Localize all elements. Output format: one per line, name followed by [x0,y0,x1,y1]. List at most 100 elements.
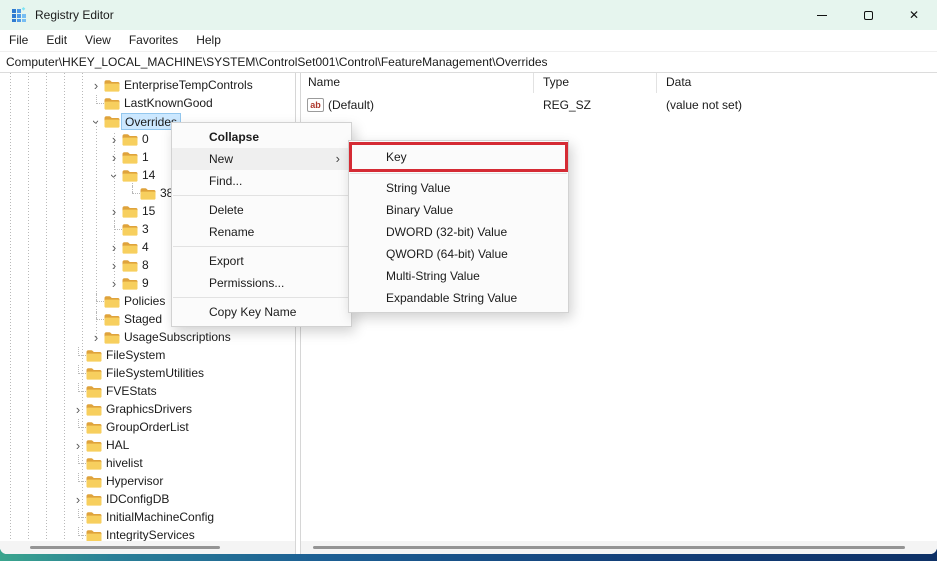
tree-item-label[interactable]: 4 [139,239,152,256]
folder-icon [122,133,138,146]
folder-icon [122,169,138,182]
tree-item-label[interactable]: 3 [139,221,152,238]
menu-favorites[interactable]: Favorites [120,30,187,51]
chevron-right-icon[interactable]: › [108,257,120,275]
tree-item-InitialMachineConfig[interactable]: InitialMachineConfig [0,509,295,527]
tree-item-GroupOrderList[interactable]: GroupOrderList [0,419,295,437]
folder-icon [122,151,138,164]
chevron-down-icon[interactable]: › [87,116,105,128]
chevron-right-icon[interactable]: › [108,203,120,221]
tree-item-label[interactable]: EnterpriseTempControls [121,77,256,94]
menu-item-label: DWORD (32-bit) Value [386,225,507,239]
column-divider[interactable] [533,73,534,93]
menu-item-dword-32-bit-value[interactable]: DWORD (32-bit) Value [349,221,568,243]
list-scrollbar-thumb[interactable] [313,546,905,549]
menu-item-label: String Value [386,181,450,195]
tree-item-Hypervisor[interactable]: Hypervisor [0,473,295,491]
tree-item-HAL[interactable]: › HAL [0,437,295,455]
menu-item-collapse[interactable]: Collapse [172,126,351,148]
tree-item-label[interactable]: UsageSubscriptions [121,329,234,346]
chevron-right-icon[interactable]: › [108,149,120,167]
tree-item-IDConfigDB[interactable]: › IDConfigDB [0,491,295,509]
tree-item-EnterpriseTempControls[interactable]: › EnterpriseTempControls [0,77,295,95]
chevron-right-icon[interactable]: › [72,401,84,419]
tree-item-FileSystemUtilities[interactable]: FileSystemUtilities [0,365,295,383]
tree-connector [78,473,86,482]
menu-item-new[interactable]: New› [172,148,351,170]
menu-edit[interactable]: Edit [37,30,76,51]
chevron-right-icon[interactable]: › [90,329,102,347]
chevron-right-icon[interactable]: › [108,275,120,293]
tree-item-label[interactable]: IDConfigDB [103,491,172,508]
tree-item-label[interactable]: InitialMachineConfig [103,509,217,526]
menu-view[interactable]: View [76,30,120,51]
menu-item-label: Multi-String Value [386,269,480,283]
tree-item-hivelist[interactable]: hivelist [0,455,295,473]
list-horizontal-scrollbar[interactable] [301,541,937,554]
tree-item-label[interactable]: 8 [139,257,152,274]
registry-editor-window: Registry Editor ✕ File Edit View Favorit… [0,0,937,554]
column-divider[interactable] [656,73,657,93]
tree-item-label[interactable]: Policies [121,293,168,310]
column-header-data[interactable]: Data [666,75,691,89]
tree-item-label[interactable]: Hypervisor [103,473,166,490]
menu-file[interactable]: File [0,30,37,51]
tree-connector [78,419,86,428]
chevron-right-icon[interactable]: › [108,131,120,149]
tree-item-label[interactable]: Staged [121,311,165,328]
close-button[interactable]: ✕ [891,0,937,30]
tree-item-label[interactable]: GraphicsDrivers [103,401,195,418]
value-type: REG_SZ [543,98,591,112]
tree-item-label[interactable]: 15 [139,203,158,220]
tree-item-label[interactable]: 14 [139,167,158,184]
tree-item-GraphicsDrivers[interactable]: › GraphicsDrivers [0,401,295,419]
menu-item-multi-string-value[interactable]: Multi-String Value [349,265,568,287]
maximize-button[interactable] [845,0,891,30]
menu-item-expandable-string-value[interactable]: Expandable String Value [349,287,568,309]
string-value-icon: ab [307,98,324,112]
column-header-name[interactable]: Name [308,75,340,89]
menu-item-string-value[interactable]: String Value [349,177,568,199]
tree-horizontal-scrollbar[interactable] [0,541,295,554]
chevron-right-icon[interactable]: › [72,437,84,455]
tree-item-label[interactable]: 1 [139,149,152,166]
menu-item-delete[interactable]: Delete [172,199,351,221]
menu-item-export[interactable]: Export [172,250,351,272]
tree-item-FileSystem[interactable]: FileSystem [0,347,295,365]
menu-item-qword-64-bit-value[interactable]: QWORD (64-bit) Value [349,243,568,265]
tree-item-label[interactable]: 9 [139,275,152,292]
tree-item-label[interactable]: FileSystem [103,347,168,364]
chevron-down-icon[interactable]: › [105,170,123,182]
menu-item-key[interactable]: Key [349,144,568,170]
tree-item-UsageSubscriptions[interactable]: › UsageSubscriptions [0,329,295,347]
chevron-right-icon[interactable]: › [108,239,120,257]
tree-connector [114,221,122,230]
tree-scrollbar-thumb[interactable] [30,546,220,549]
tree-item-label[interactable]: 0 [139,131,152,148]
menu-item-copy-key-name[interactable]: Copy Key Name [172,301,351,323]
menu-item-label: Export [209,254,244,268]
folder-icon [86,385,102,398]
tree-connector [78,527,86,536]
tree-item-label[interactable]: FileSystemUtilities [103,365,207,382]
column-header-type[interactable]: Type [543,75,569,89]
tree-item-label[interactable]: GroupOrderList [103,419,192,436]
value-row-default[interactable]: ab (Default) REG_SZ (value not set) [301,97,937,115]
tree-item-label[interactable]: hivelist [103,455,146,472]
tree-item-label[interactable]: HAL [103,437,132,454]
tree-item-label[interactable]: LastKnownGood [121,95,216,112]
menu-help[interactable]: Help [187,30,230,51]
tree-item-label[interactable]: FVEStats [103,383,160,400]
minimize-button[interactable] [799,0,845,30]
menu-item-binary-value[interactable]: Binary Value [349,199,568,221]
tree-item-FVEStats[interactable]: FVEStats [0,383,295,401]
tree-item-LastKnownGood[interactable]: LastKnownGood [0,95,295,113]
menu-item-find[interactable]: Find... [172,170,351,192]
menu-item-permissions[interactable]: Permissions... [172,272,351,294]
submenu-arrow-icon: › [336,148,340,170]
address-bar[interactable]: Computer\HKEY_LOCAL_MACHINE\SYSTEM\Contr… [0,51,937,73]
value-data: (value not set) [666,98,742,112]
chevron-right-icon[interactable]: › [72,491,84,509]
menu-item-rename[interactable]: Rename [172,221,351,243]
chevron-right-icon[interactable]: › [90,77,102,95]
